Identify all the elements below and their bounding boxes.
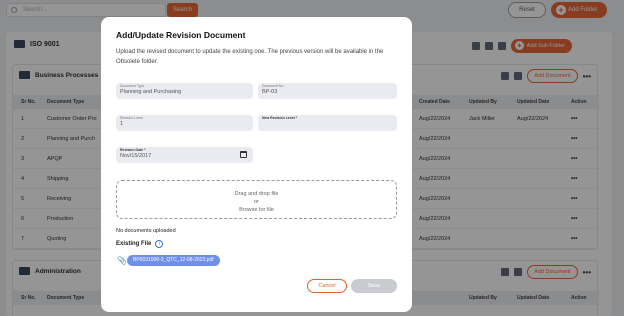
field-value: Planning and Purchasing	[120, 89, 182, 95]
field-value: Nov/15/2017	[120, 153, 152, 159]
dialog-description: Upload the revised document to update th…	[116, 49, 384, 65]
existing-file-heading: Existing File i	[116, 240, 164, 248]
dialog-title: Add/Update Revision Document	[116, 30, 246, 40]
field-label: Document No.	[262, 84, 285, 88]
existing-file-chip[interactable]: BP0031000-3_QTC_12-08-2023.pdf	[127, 255, 220, 266]
dropzone-or: or	[254, 199, 259, 205]
document-type-field: Document Type Planning and Purchasing	[116, 83, 253, 99]
revision-level-field: Revision Level 1	[116, 115, 253, 131]
existing-file-label: Existing File	[116, 241, 152, 247]
paperclip-icon: 📎	[117, 256, 127, 265]
info-icon[interactable]: i	[155, 240, 164, 248]
calendar-icon[interactable]	[240, 151, 247, 158]
new-revision-level-input[interactable]: New Revision Level *	[258, 115, 397, 131]
file-dropzone[interactable]: Drag and drop file or Browse for file	[116, 180, 397, 219]
field-label: Revision Level	[120, 116, 143, 120]
field-value: 1	[120, 121, 124, 127]
no-documents-text: No documents uploaded	[116, 228, 176, 234]
dropzone-text: Drag and drop file	[234, 191, 279, 197]
document-no-field: Document No. BP-03	[258, 83, 397, 99]
save-button[interactable]: Save	[351, 279, 397, 293]
field-label: New Revision Level *	[262, 116, 298, 120]
revision-dialog: Add/Update Revision Document Upload the …	[101, 17, 412, 312]
field-label: Revision Date *	[120, 148, 146, 152]
browse-link[interactable]: Browse for file	[117, 206, 396, 214]
revision-date-input[interactable]: Revision Date * Nov/15/2017	[116, 147, 253, 163]
cancel-button[interactable]: Cancel	[307, 279, 347, 293]
field-value: BP-03	[262, 89, 278, 95]
field-label: Document Type	[120, 84, 145, 88]
